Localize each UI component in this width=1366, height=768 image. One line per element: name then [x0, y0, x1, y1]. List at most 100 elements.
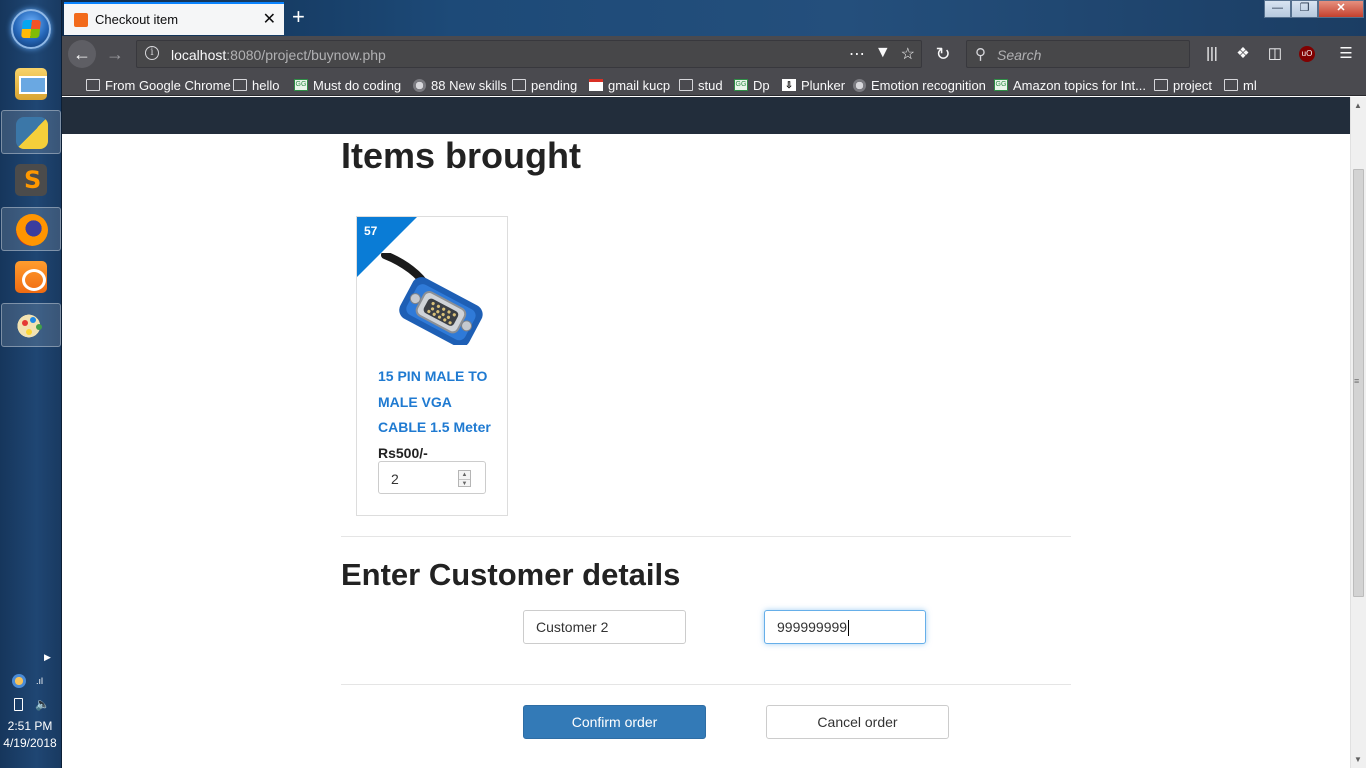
minimize-button[interactable]: —	[1264, 0, 1291, 18]
bookmark-label: hello	[252, 77, 280, 93]
bookmark-item[interactable]: From Google Chrome	[86, 76, 231, 94]
url-bar[interactable]: i localhost:8080/project/buynow.php ⋯ ▼ …	[136, 40, 922, 68]
battery-icon[interactable]	[14, 698, 23, 711]
bookmark-item[interactable]: Emotion recognition	[853, 76, 986, 94]
customer-name-field[interactable]: Customer 2	[523, 610, 686, 644]
new-tab-button[interactable]: +	[292, 4, 305, 30]
spin-up-icon[interactable]: ▲	[459, 471, 470, 479]
taskbar-sublime-text[interactable]	[1, 158, 61, 202]
back-button[interactable]: ←	[68, 40, 96, 68]
bookmark-item[interactable]: pending	[512, 76, 577, 94]
scroll-down-arrow-icon[interactable]: ▼	[1354, 755, 1362, 764]
bookmark-item[interactable]: gmail kucp	[589, 76, 670, 94]
reload-button[interactable]: ↻	[928, 40, 958, 68]
bookmark-label: stud	[698, 77, 723, 93]
taskbar-file-explorer[interactable]	[1, 62, 61, 106]
menu-hamburger-icon[interactable]: ☰	[1336, 44, 1356, 64]
firefox-window: Checkout item ✕ + — ❐ ✕ ← → i localhost:…	[62, 0, 1366, 768]
clock-date[interactable]: 4/19/2018	[0, 736, 60, 750]
gfg-icon: GG	[994, 79, 1008, 91]
windows-taskbar: ▶ .ıl 🔈 2:51 PM 4/19/2018	[0, 0, 62, 768]
taskbar-uc-browser[interactable]	[1, 255, 61, 299]
bookmark-label: pending	[531, 77, 578, 93]
clock-time[interactable]: 2:51 PM	[0, 719, 60, 733]
customer-heading: Enter Customer details	[341, 557, 681, 592]
product-badge: 57	[364, 224, 378, 238]
globe-icon	[853, 78, 866, 92]
folder-icon	[512, 79, 526, 91]
product-card: 57 15 PIN MALE TO MALE VGA CABLE 1.5 Met…	[356, 216, 508, 516]
bookmark-item[interactable]: stud	[679, 76, 723, 94]
customer-phone-field[interactable]: 999999999	[764, 610, 926, 644]
url-host: localhost	[171, 47, 227, 63]
product-name-link[interactable]: 15 PIN MALE TO MALE VGA CABLE 1.5 Meter	[378, 364, 498, 441]
uc-browser-icon	[15, 261, 47, 293]
search-bar[interactable]: ⚲ Search	[966, 40, 1190, 68]
scroll-up-arrow-icon[interactable]: ▲	[1354, 101, 1362, 110]
items-heading: Items brought	[341, 135, 581, 176]
bookmark-item[interactable]: GG Dp	[734, 76, 770, 94]
confirm-order-button[interactable]: Confirm order	[523, 705, 706, 739]
close-window-button[interactable]: ✕	[1318, 0, 1364, 18]
bookmark-item[interactable]: GG Amazon topics for Int...	[994, 76, 1146, 94]
product-price: Rs500/-	[378, 445, 428, 461]
customer-name-value: Customer 2	[536, 619, 609, 635]
volume-icon[interactable]: 🔈	[35, 697, 50, 711]
search-icon: ⚲	[975, 46, 986, 63]
quantity-value: 2	[391, 471, 399, 487]
url-path: :8080/project/buynow.php	[226, 47, 386, 63]
library-icon[interactable]: |||	[1202, 44, 1222, 64]
python-icon	[16, 117, 48, 149]
paint-icon	[16, 310, 48, 342]
section-divider	[341, 536, 1071, 537]
taskbar-firefox[interactable]	[1, 207, 61, 251]
globe-icon	[413, 78, 426, 92]
window-controls: — ❐ ✕	[1264, 0, 1364, 18]
search-placeholder: Search	[997, 47, 1042, 63]
start-button[interactable]	[11, 9, 51, 49]
cancel-order-button[interactable]: Cancel order	[766, 705, 949, 739]
tab-title: Checkout item	[95, 12, 179, 27]
taskbar-python[interactable]	[1, 110, 61, 154]
gfg-icon: GG	[734, 79, 748, 91]
folder-icon	[1224, 79, 1238, 91]
ublock-origin-icon[interactable]: uO	[1299, 46, 1315, 62]
pocket-icon[interactable]: ▼	[875, 44, 891, 64]
text-caret	[848, 620, 850, 637]
site-info-icon[interactable]: i	[145, 46, 159, 60]
scrollbar-grip-icon: ≡	[1354, 376, 1360, 386]
bookmark-label: Amazon topics for Int...	[1013, 77, 1146, 93]
url-text[interactable]: localhost:8080/project/buynow.php	[171, 47, 386, 63]
show-hidden-icons-arrow[interactable]: ▶	[44, 652, 51, 663]
bookmark-item[interactable]: GG Must do coding	[294, 76, 401, 94]
maximize-button[interactable]: ❐	[1291, 0, 1318, 18]
extensions-puzzle-icon[interactable]: ❖	[1233, 44, 1253, 64]
bookmark-label: gmail kucp	[608, 77, 671, 93]
quantity-spinner[interactable]: ▲ ▼	[458, 470, 471, 487]
page-actions-icon[interactable]: ⋯	[849, 44, 865, 64]
close-tab-icon[interactable]: ✕	[263, 9, 276, 29]
bookmark-item[interactable]: ⇩ Plunker	[782, 76, 845, 94]
bookmark-star-icon[interactable]: ☆	[901, 44, 915, 64]
spin-down-icon[interactable]: ▼	[459, 479, 470, 487]
tab-checkout-item[interactable]: Checkout item ✕	[64, 2, 284, 35]
folder-icon	[233, 79, 247, 91]
sublime-text-icon	[15, 164, 47, 196]
bookmark-item[interactable]: 88 New skills	[413, 76, 507, 94]
quantity-stepper[interactable]: 2 ▲ ▼	[378, 461, 486, 494]
forward-button[interactable]: →	[100, 40, 130, 68]
page-scrollbar[interactable]: ▲ ≡ ▼	[1350, 97, 1366, 768]
network-globe-icon[interactable]	[12, 674, 26, 688]
bookmark-label: ml	[1243, 77, 1257, 93]
bookmark-item[interactable]: project	[1154, 76, 1212, 94]
signal-bars-icon[interactable]: .ıl	[36, 676, 50, 690]
navigation-toolbar: ← → i localhost:8080/project/buynow.php …	[62, 36, 1366, 72]
bookmark-item[interactable]: ml	[1224, 76, 1257, 94]
bookmark-item[interactable]: hello	[233, 76, 279, 94]
tab-strip: Checkout item ✕ + — ❐ ✕	[62, 0, 1366, 36]
bookmark-label: Dp	[753, 77, 770, 93]
sidebar-toggle-icon[interactable]: ◫	[1265, 44, 1285, 64]
customer-phone-value: 999999999	[777, 619, 848, 635]
taskbar-paint[interactable]	[1, 303, 61, 347]
vga-cable-image	[381, 253, 483, 345]
